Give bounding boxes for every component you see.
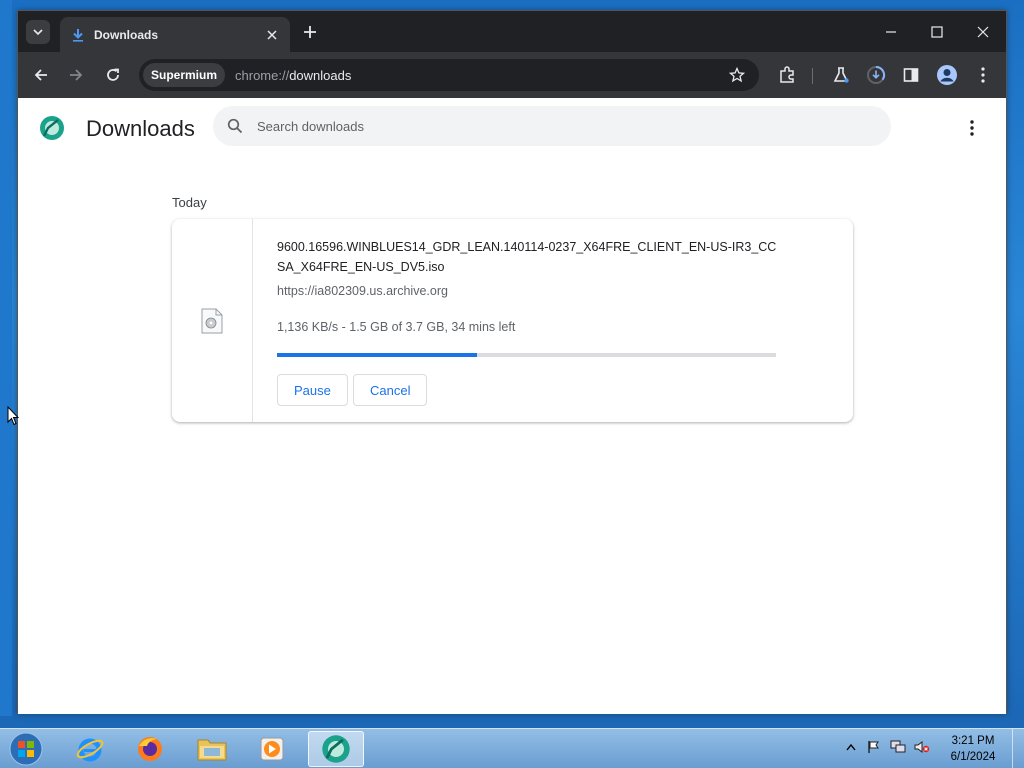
browser-toolbar: Supermium chrome://downloads [18,52,1006,98]
page-title: Downloads [86,116,195,141]
browser-window: Downloads Supermium chrome://downloads D… [17,10,1007,714]
reload-icon [107,68,119,81]
desktop-background [0,0,12,716]
search-input[interactable] [257,118,857,134]
extensions-icon[interactable] [776,64,798,86]
taskbar-firefox[interactable] [122,731,178,767]
start-button[interactable] [6,731,46,767]
url-text[interactable]: chrome://downloads [235,68,351,83]
maximize-button[interactable] [914,11,960,52]
plus-icon [304,26,316,38]
taskbar-file-explorer[interactable] [184,731,240,767]
chevron-down-icon [33,29,43,36]
minimize-button[interactable] [868,11,914,52]
taskbar-media-player[interactable] [244,731,300,767]
taskbar-supermium[interactable] [308,731,364,767]
arrow-right-icon [70,69,83,81]
bookmark-star-icon[interactable] [727,65,747,85]
show-hidden-icons-button[interactable] [843,739,859,755]
page-menu-icon[interactable] [962,118,982,138]
maximize-icon [931,25,943,38]
chevron-up-icon [846,743,856,751]
url-scheme: chrome:// [235,67,290,83]
close-icon [977,26,989,37]
mouse-cursor-icon [7,406,19,426]
reload-button[interactable] [101,63,125,87]
browser-menu-icon[interactable] [972,64,994,86]
firefox-icon [138,737,162,761]
toolbar-separator [812,68,813,84]
download-item-card: 9600.16596.WINBLUES14_GDR_LEAN.140114-02… [172,219,853,422]
close-tab-icon[interactable] [264,27,280,43]
taskbar-internet-explorer[interactable] [62,731,118,767]
labs-flask-icon[interactable] [830,64,852,86]
internet-explorer-icon [76,738,104,762]
download-icon [70,27,86,43]
tab-strip: Downloads [18,11,1006,52]
tab-search-button[interactable] [26,20,50,44]
tab-title: Downloads [94,27,159,42]
tab-downloads[interactable]: Downloads [60,17,290,52]
volume-muted-icon[interactable] [914,739,930,755]
clock-time: 3:21 PM [951,735,995,747]
profile-chip[interactable]: Supermium [143,63,226,87]
search-bar[interactable] [213,106,891,146]
side-panel-icon[interactable] [900,64,922,86]
download-source-url[interactable]: https://ia802309.us.archive.org [277,284,448,298]
download-progress-icon[interactable] [865,64,887,86]
show-desktop-button[interactable] [1012,729,1024,768]
close-window-button[interactable] [960,11,1006,52]
url-host: downloads [289,67,352,83]
pause-button[interactable]: Pause [277,374,348,406]
media-player-icon [260,737,284,761]
forward-button[interactable] [64,63,88,87]
file-explorer-icon [197,739,227,761]
address-bar[interactable]: Supermium chrome://downloads [139,59,759,91]
download-status: 1,136 KB/s - 1.5 GB of 3.7 GB, 34 mins l… [277,320,516,334]
clock-date: 6/1/2024 [950,751,996,763]
cancel-button[interactable]: Cancel [353,374,428,406]
supermium-logo-icon [40,116,64,140]
windows-logo-icon [9,732,43,766]
new-tab-button[interactable] [300,22,320,42]
arrow-left-icon [34,69,47,81]
minimize-icon [886,30,896,33]
disc-image-file-icon [201,308,223,334]
network-icon[interactable] [890,739,906,755]
downloads-page: Downloads Today 9600.16596.WINBLUES14_GD… [18,98,1006,714]
download-progress-fill [277,353,477,357]
download-progress-bar [277,353,776,357]
taskbar: 3:21 PM 6/1/2024 [0,728,1024,768]
date-section-label: Today [172,195,207,210]
back-button[interactable] [29,63,53,87]
profile-avatar-icon[interactable] [936,64,958,86]
action-center-flag-icon[interactable] [866,739,882,755]
system-clock[interactable]: 3:21 PM 6/1/2024 [942,733,1004,765]
supermium-icon [322,735,350,763]
search-icon [225,116,245,136]
download-filename[interactable]: 9600.16596.WINBLUES14_GDR_LEAN.140114-02… [277,237,777,277]
